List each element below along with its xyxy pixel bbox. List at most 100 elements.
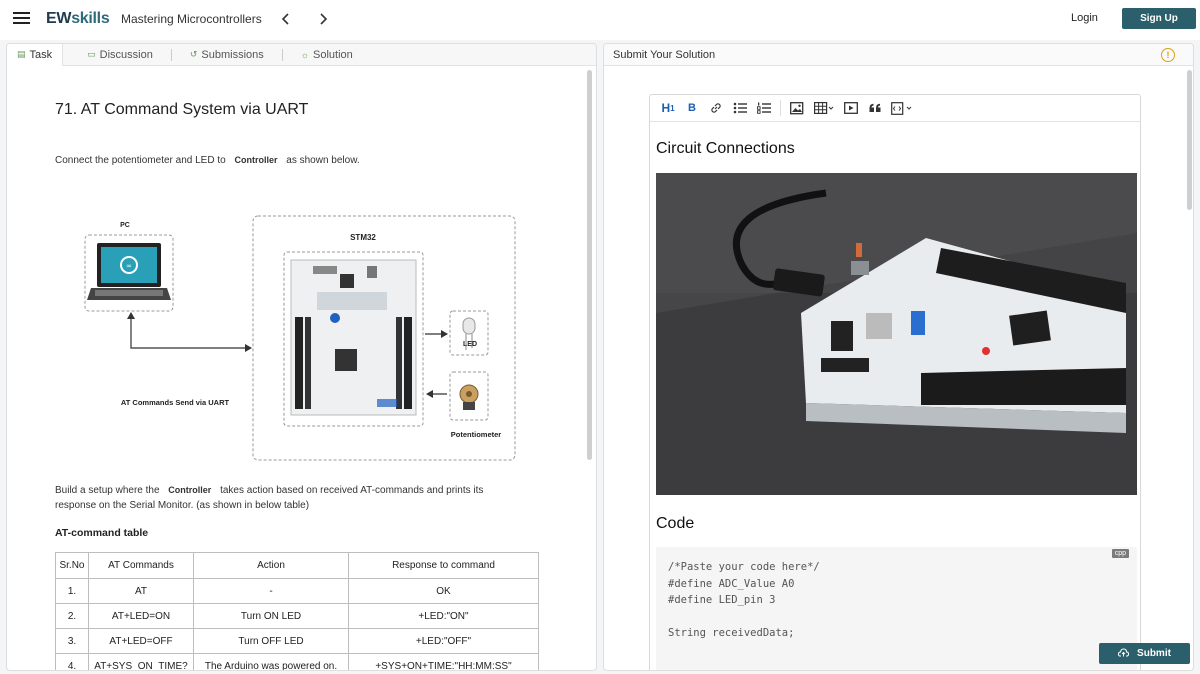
solution-panel: Submit Your Solution ! H1 B Circuit Conn… <box>603 43 1194 671</box>
potentiometer-icon <box>459 384 479 410</box>
code-line: String receivedData; <box>668 627 795 639</box>
build-controller-pill: Controller <box>168 485 212 495</box>
uart-label: AT Commands Send via UART <box>121 398 230 407</box>
led-arrow <box>441 330 448 338</box>
blockquote-button[interactable] <box>863 98 887 118</box>
cell-action: The Arduino was powered on. <box>193 653 349 670</box>
table-header-row: Sr.No AT Commands Action Response to com… <box>55 552 539 579</box>
cell-command: AT+LED=ON <box>88 603 194 629</box>
heading-button[interactable]: H1 <box>656 98 680 118</box>
tab-submissions[interactable]: ↺ Submissions <box>180 44 274 66</box>
tab-submissions-label: Submissions <box>201 48 264 61</box>
intro-potentiometer: potentiometer <box>111 155 173 166</box>
submit-button[interactable]: Submit <box>1099 643 1190 664</box>
table-row: 1. AT - OK <box>55 578 539 604</box>
insert-media-button[interactable] <box>839 98 863 118</box>
build-text: Build a setup where the Controller takes… <box>55 483 535 513</box>
tab-task-label: Task <box>29 48 53 61</box>
ewskills-logo[interactable]: EWskills <box>46 10 110 28</box>
prev-arrow-icon[interactable] <box>276 9 296 29</box>
cell-command: AT+SYS_ON_TIME? <box>88 653 194 670</box>
task-scrollbar[interactable] <box>587 70 592 460</box>
cell-srno: 2. <box>55 603 89 629</box>
cell-response: +LED:"ON" <box>348 603 539 629</box>
link-icon <box>711 103 721 113</box>
code-language-badge: cpp <box>1111 549 1129 558</box>
stm32-label: STM32 <box>350 233 376 242</box>
code-line: /*Paste your code here*/ <box>668 561 820 573</box>
quote-icon <box>869 103 881 112</box>
circuit-connections-heading: Circuit Connections <box>656 140 795 157</box>
col-srno: Sr.No <box>55 552 89 579</box>
cell-command: AT+LED=OFF <box>88 628 194 654</box>
task-title: 71. AT Command System via UART <box>55 101 309 118</box>
cell-response: +LED:"OFF" <box>348 628 539 654</box>
rich-text-editor[interactable]: H1 B Circuit Connections Code cpp /*Past… <box>649 94 1141 670</box>
numbered-list-button[interactable] <box>752 98 776 118</box>
build-post2: response on the Serial Monitor. (as show… <box>55 500 310 511</box>
intro-mid: and <box>172 155 196 166</box>
cell-action: Turn OFF LED <box>193 628 349 654</box>
cell-response: +SYS+ON+TIME:"HH:MM:SS" <box>348 653 539 670</box>
tab-task[interactable]: ▤ Task <box>7 44 64 66</box>
numbered-list-icon <box>757 102 771 114</box>
uart-line <box>130 313 251 349</box>
media-icon <box>844 102 858 114</box>
laptop-icon: ∞ <box>87 243 171 300</box>
task-tabs: ▤ Task ▭ Discussion ↺ Submissions ☼ Solution <box>7 44 596 66</box>
warning-icon[interactable]: ! <box>1161 48 1175 62</box>
course-title: Mastering Microcontrollers <box>121 12 262 26</box>
solution-header-title: Submit Your Solution <box>613 48 716 61</box>
chat-icon: ▭ <box>87 49 96 59</box>
build-pre: Build a setup where the <box>55 485 163 496</box>
logo-ew-text: EW <box>46 10 72 27</box>
table-row: 4. AT+SYS_ON_TIME? The Arduino was power… <box>55 653 539 670</box>
tab-solution-label: Solution <box>313 48 353 61</box>
code-block[interactable]: cpp /*Paste your code here*/ #define ADC… <box>656 547 1137 670</box>
intro-to: to <box>214 155 229 166</box>
bold-button[interactable]: B <box>680 98 704 118</box>
tab-divider <box>170 48 172 61</box>
cell-srno: 1. <box>55 578 89 604</box>
svg-text:∞: ∞ <box>126 262 132 270</box>
tab-solution[interactable]: ☼ Solution <box>291 44 363 66</box>
upload-cloud-icon <box>1118 647 1130 660</box>
col-response: Response to command <box>348 552 539 579</box>
next-arrow-icon[interactable] <box>313 9 333 29</box>
tab-discussion-label: Discussion <box>99 48 153 61</box>
editor-toolbar: H1 B <box>650 95 1140 122</box>
code-line: #define ADC_Value A0 <box>668 577 795 590</box>
logo-skills-text: skills <box>71 10 110 27</box>
cell-action: - <box>193 578 349 604</box>
tab-discussion[interactable]: ▭ Discussion <box>77 44 163 66</box>
task-panel: ▤ Task ▭ Discussion ↺ Submissions ☼ Solution… <box>6 43 597 671</box>
heading-icon: H <box>661 101 671 115</box>
image-icon <box>790 101 804 114</box>
intro-post: as shown below. <box>283 155 360 166</box>
pc-label: PC <box>120 222 130 229</box>
solution-header: Submit Your Solution <box>604 44 1193 66</box>
intro-text: Connect the potentiometer and LED to Con… <box>55 153 360 168</box>
insert-table-button[interactable] <box>809 98 839 118</box>
signup-button[interactable]: Sign Up <box>1122 8 1196 29</box>
submit-label: Submit <box>1137 648 1171 659</box>
code-line: #define LED_pin 3 <box>668 594 776 606</box>
table-title: AT-command table <box>55 527 149 539</box>
cell-response: OK <box>348 578 539 604</box>
login-link[interactable]: Login <box>1071 12 1098 24</box>
cell-srno: 3. <box>55 628 89 654</box>
history-icon: ↺ <box>189 49 198 59</box>
at-command-table: Sr.No AT Commands Action Response to com… <box>55 552 539 670</box>
hamburger-menu-icon[interactable] <box>13 12 30 26</box>
bullet-list-button[interactable] <box>728 98 752 118</box>
code-heading: Code <box>656 515 695 532</box>
cell-srno: 4. <box>55 653 89 670</box>
link-button[interactable] <box>704 98 728 118</box>
solution-scrollbar[interactable] <box>1187 70 1192 210</box>
code-block-button[interactable] <box>887 98 917 118</box>
led-label: LED <box>463 341 477 348</box>
wiring-diagram: PC ∞ AT Commands Send via UART STM32 LED… <box>84 215 516 461</box>
insert-image-button[interactable] <box>785 98 809 118</box>
table-row: 3. AT+LED=OFF Turn OFF LED +LED:"OFF" <box>55 628 539 654</box>
